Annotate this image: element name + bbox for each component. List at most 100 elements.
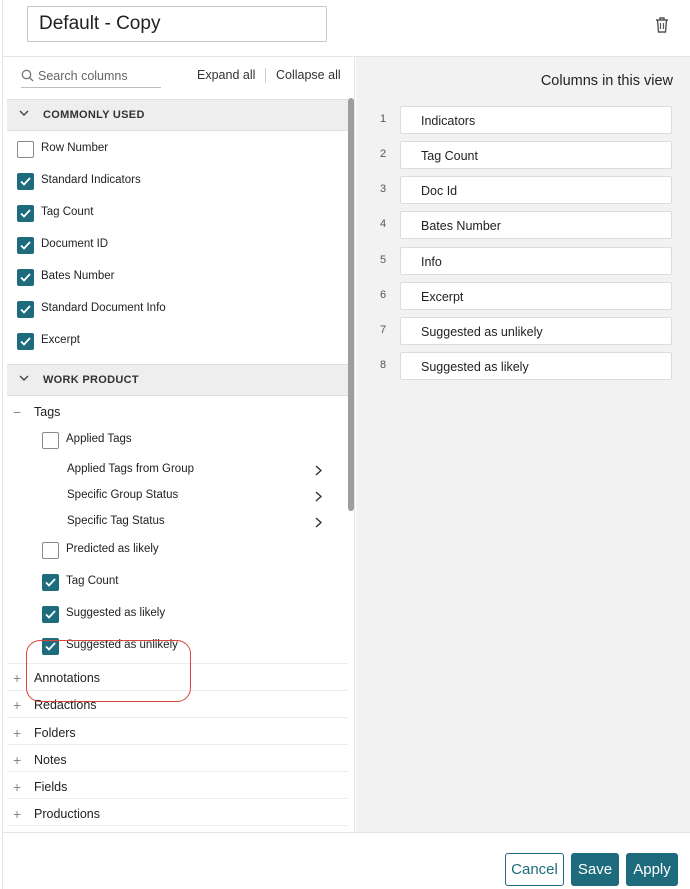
column-option-label: Row Number (41, 142, 109, 154)
group-label: Redactions (34, 698, 97, 712)
section-commonly-used[interactable]: COMMONLY USED (7, 99, 348, 131)
checkmark-icon (20, 273, 31, 282)
toolbar-divider (265, 68, 266, 83)
expand-plus-icon: + (13, 725, 22, 741)
search-toolbar: Expand all Collapse all (3, 57, 354, 97)
column-position: 4 (380, 218, 387, 230)
row-divider (7, 690, 348, 691)
column-label: Doc Id (421, 184, 458, 198)
apply-button[interactable]: Apply (626, 853, 678, 886)
selected-column-row: 3 Doc Id (356, 176, 690, 204)
section-title: COMMONLY USED (43, 109, 145, 121)
cancel-button[interactable]: Cancel (505, 853, 564, 886)
column-option-label: Tag Count (41, 206, 94, 218)
chevron-right-icon (315, 491, 322, 502)
checkmark-icon (20, 337, 31, 346)
selected-column-item[interactable]: Suggested as unlikely (400, 317, 672, 345)
column-position: 1 (380, 113, 387, 125)
chevron-right-icon (315, 517, 322, 528)
search-field (21, 66, 161, 88)
checkmark-icon (20, 241, 31, 250)
submenu-label: Applied Tags from Group (67, 463, 194, 475)
checkbox-unchecked[interactable] (42, 542, 59, 559)
collapse-all-button[interactable]: Collapse all (276, 68, 341, 82)
row-divider (7, 798, 348, 799)
section-work-product[interactable]: WORK PRODUCT (7, 364, 348, 396)
column-option-label: Predicted as likely (66, 543, 159, 555)
dialog-footer: Cancel Save Apply (3, 832, 690, 889)
column-label: Indicators (421, 114, 476, 128)
expand-plus-icon: + (13, 697, 22, 713)
column-position: 3 (380, 183, 387, 195)
checkmark-icon (45, 578, 56, 587)
column-label: Tag Count (421, 149, 478, 163)
expand-plus-icon: + (13, 779, 22, 795)
chevron-down-icon (19, 375, 29, 381)
selected-column-row: 6 Excerpt (356, 282, 690, 310)
checkbox-checked[interactable] (17, 269, 34, 286)
column-label: Suggested as likely (421, 360, 529, 374)
submenu-applied-tags-from-group[interactable]: Applied Tags from Group (67, 463, 327, 481)
checkbox-checked[interactable] (17, 173, 34, 190)
column-label: Excerpt (421, 290, 464, 304)
column-position: 7 (380, 324, 387, 336)
checkbox-checked[interactable] (42, 606, 59, 623)
selected-column-item[interactable]: Suggested as likely (400, 352, 672, 380)
checkmark-icon (20, 209, 31, 218)
submenu-specific-tag-status[interactable]: Specific Tag Status (67, 515, 327, 533)
group-label: Notes (34, 753, 67, 767)
column-option-label: Tag Count (66, 575, 119, 587)
checkbox-checked[interactable] (42, 638, 59, 655)
checkbox-checked[interactable] (17, 237, 34, 254)
column-label: Suggested as unlikely (421, 325, 543, 339)
selected-column-item[interactable]: Indicators (400, 106, 672, 134)
expand-plus-icon: + (13, 752, 22, 768)
selected-column-row: 5 Info (356, 247, 690, 275)
columns-tree: COMMONLY USED Row Number Standard Indica… (3, 97, 354, 832)
save-button[interactable]: Save (571, 853, 619, 886)
selected-columns-panel: Columns in this view 1 Indicators 2 Tag … (356, 57, 690, 832)
search-input[interactable] (38, 66, 160, 86)
checkbox-unchecked[interactable] (42, 432, 59, 449)
scrollbar-thumb[interactable] (348, 98, 354, 511)
submenu-label: Specific Tag Status (67, 515, 165, 527)
submenu-specific-group-status[interactable]: Specific Group Status (67, 489, 327, 507)
checkbox-checked[interactable] (17, 333, 34, 350)
group-label: Tags (34, 405, 61, 419)
trash-icon[interactable] (653, 15, 671, 35)
selected-column-row: 1 Indicators (356, 106, 690, 134)
row-divider (7, 771, 348, 772)
selected-column-row: 4 Bates Number (356, 211, 690, 239)
column-label: Bates Number (421, 219, 501, 233)
view-name-input[interactable] (27, 6, 327, 42)
selected-column-item[interactable]: Tag Count (400, 141, 672, 169)
checkmark-icon (45, 610, 56, 619)
column-position: 8 (380, 359, 387, 371)
checkbox-checked[interactable] (17, 205, 34, 222)
group-label: Fields (34, 780, 68, 794)
selected-column-item[interactable]: Bates Number (400, 211, 672, 239)
column-label: Info (421, 255, 442, 269)
selected-column-item[interactable]: Info (400, 247, 672, 275)
section-title: WORK PRODUCT (43, 374, 139, 386)
expand-plus-icon: + (13, 670, 22, 686)
expand-all-button[interactable]: Expand all (197, 68, 255, 82)
dialog-header (3, 0, 690, 57)
checkbox-checked[interactable] (17, 301, 34, 318)
column-option-label: Bates Number (41, 270, 115, 282)
selected-column-item[interactable]: Excerpt (400, 282, 672, 310)
checkbox-unchecked[interactable] (17, 141, 34, 158)
checkbox-checked[interactable] (42, 574, 59, 591)
selected-column-item[interactable]: Doc Id (400, 176, 672, 204)
column-option-label: Applied Tags (66, 433, 132, 445)
group-label: Folders (34, 726, 76, 740)
column-option-label: Standard Document Info (41, 302, 166, 314)
collapse-minus-icon: − (13, 404, 22, 420)
panel-title: Columns in this view (540, 73, 673, 89)
row-divider (7, 663, 348, 664)
column-position: 5 (380, 254, 387, 266)
chevron-right-icon (315, 465, 322, 476)
chevron-down-icon (19, 110, 29, 116)
selected-column-row: 8 Suggested as likely (356, 352, 690, 380)
selected-column-row: 2 Tag Count (356, 141, 690, 169)
